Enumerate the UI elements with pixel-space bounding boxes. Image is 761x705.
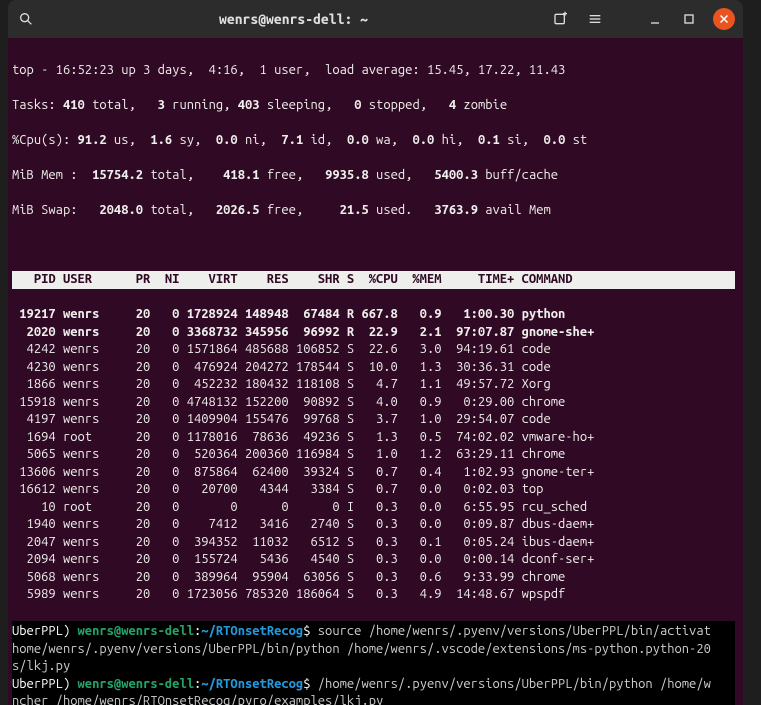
maximize-button[interactable] [679,9,699,29]
table-row: 5989 wenrs 20 0 1723056 785320 186064 S … [12,586,735,604]
table-row: 1940 wenrs 20 0 7412 3416 2740 S 0.3 0.0… [12,516,735,534]
table-row: 4242 wenrs 20 0 1571864 485688 106852 S … [12,341,735,359]
window-title: wenrs@wenrs-dell: ~ [36,11,551,27]
table-row: 5065 wenrs 20 0 520364 200360 116984 S 1… [12,446,735,464]
table-row: 10 root 20 0 0 0 0 I 0.3 0.0 6:55.95 rcu… [12,499,735,517]
table-row: 4230 wenrs 20 0 476924 204272 178544 S 1… [12,359,735,377]
table-row: 1694 root 20 0 1178016 78636 49236 S 1.3… [12,429,735,447]
terminal-output[interactable]: top - 16:52:23 up 3 days, 4:16, 1 user, … [8,38,743,705]
process-table-body: 19217 wenrs 20 0 1728924 148948 67484 R … [12,306,735,604]
search-icon[interactable] [16,9,36,29]
minimize-button[interactable] [645,9,665,29]
table-row: 19217 wenrs 20 0 1728924 148948 67484 R … [12,306,735,324]
shell-session: UberPPL) wenrs@wenrs-dell:~/RTOnsetRecog… [12,621,735,705]
table-row: 5068 wenrs 20 0 389964 95904 63056 S 0.3… [12,569,735,587]
top-summary-tasks: Tasks: 410 total, 3 running, 403 sleepin… [12,97,735,115]
table-row: 1866 wenrs 20 0 452232 180432 118108 S 4… [12,376,735,394]
close-button[interactable] [713,8,735,30]
table-row: 15918 wenrs 20 0 4748132 152200 90892 S … [12,394,735,412]
table-row: 2020 wenrs 20 0 3368732 345956 96992 R 2… [12,324,735,342]
hamburger-menu-icon[interactable] [585,9,605,29]
top-summary-cpu: %Cpu(s): 91.2 us, 1.6 sy, 0.0 ni, 7.1 id… [12,132,735,150]
table-row: 16612 wenrs 20 0 20700 4344 3384 S 0.7 0… [12,481,735,499]
table-row: 2094 wenrs 20 0 155724 5436 4540 S 0.3 0… [12,551,735,569]
top-summary-mem: MiB Mem : 15754.2 total, 418.1 free, 993… [12,167,735,185]
table-row: 4197 wenrs 20 0 1409904 155476 99768 S 3… [12,411,735,429]
table-row: 2047 wenrs 20 0 394352 11032 6512 S 0.3 … [12,534,735,552]
table-row: 13606 wenrs 20 0 875864 62400 39324 S 0.… [12,464,735,482]
new-tab-icon[interactable] [551,9,571,29]
process-table-header: PID USER PR NI VIRT RES SHR S %CPU %MEM … [12,271,735,289]
top-summary-swap: MiB Swap: 2048.0 total, 2026.5 free, 21.… [12,202,735,220]
titlebar: wenrs@wenrs-dell: ~ [8,0,743,38]
top-summary-line1: top - 16:52:23 up 3 days, 4:16, 1 user, … [12,62,735,80]
terminal-window: wenrs@wenrs-dell: ~ top - 16:52:23 up 3 … [8,0,743,705]
